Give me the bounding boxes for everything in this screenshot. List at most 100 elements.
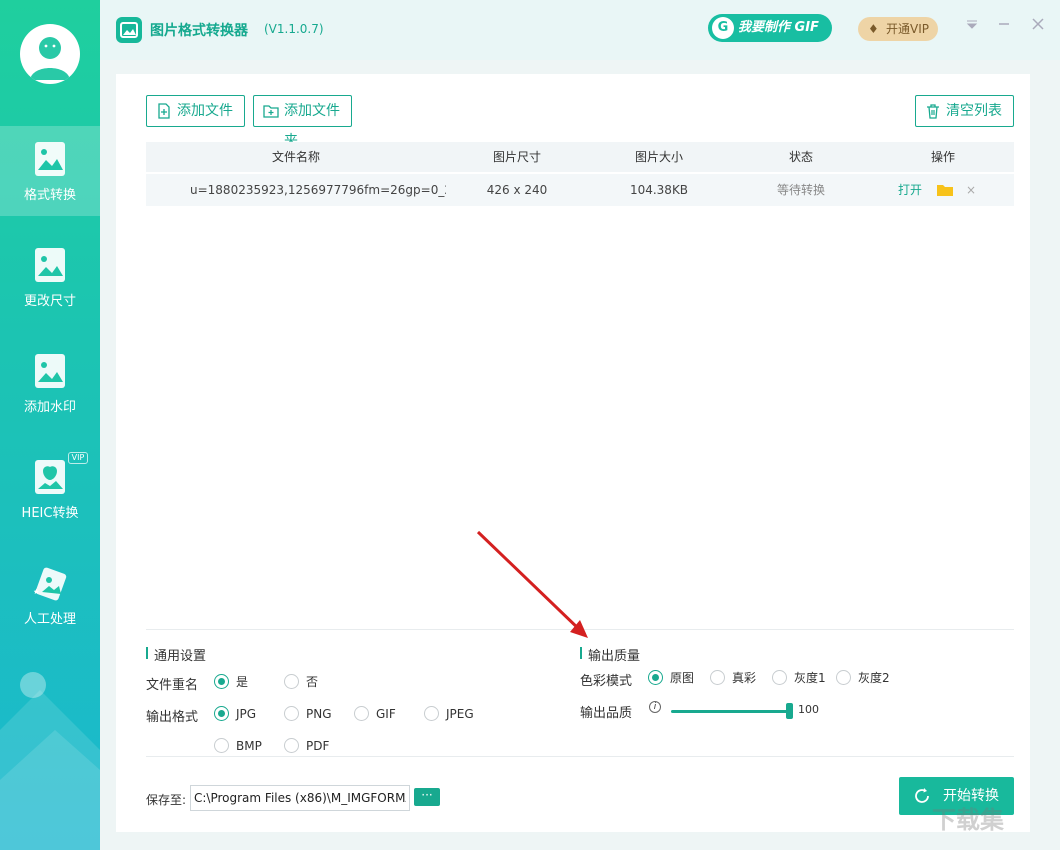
column-header-actions: 操作 [930, 150, 955, 164]
make-gif-button[interactable]: G 我要制作 GIF [708, 14, 832, 42]
radio-label: BMP [236, 739, 262, 753]
file-status: 等待转换 [776, 183, 825, 197]
radio-dot [284, 674, 299, 689]
color-truecolor-radio[interactable]: 真彩 [710, 670, 756, 686]
sidebar-item-label: 人工处理 [23, 612, 76, 627]
manual-process-icon [33, 567, 67, 601]
add-folder-button[interactable]: 添加文件夹 [253, 95, 352, 149]
format-pdf-radio[interactable]: PDF [284, 738, 329, 754]
add-folder-icon [263, 105, 279, 118]
radio-label: 是 [236, 675, 249, 689]
avatar[interactable] [20, 24, 80, 84]
sidebar-item-label: HEIC转换 [21, 506, 79, 521]
radio-label: PNG [306, 707, 332, 721]
file-size: 104.38KB [629, 183, 689, 197]
app-title: 图片格式转换器 [150, 23, 248, 39]
image-convert-icon [35, 142, 65, 176]
diamond-icon: ♦ [868, 22, 879, 36]
clear-list-button[interactable]: 清空列表 [915, 95, 1014, 127]
general-settings-title: 通用设置 [146, 645, 206, 664]
make-gif-label: 我要制作 GIF [738, 20, 819, 35]
radio-dot [648, 670, 663, 685]
format-gif-radio[interactable]: GIF [354, 706, 396, 722]
table-row[interactable]: u=1880235923,1256977796fm=26gp=0_235 426… [146, 174, 1014, 206]
browse-path-button[interactable]: ··· [414, 788, 440, 806]
sidebar-item-label: 添加水印 [23, 400, 76, 415]
column-header-status: 状态 [788, 150, 813, 164]
file-name: u=1880235923,1256977796fm=26gp=0_235 [190, 183, 446, 197]
radio-dot [284, 738, 299, 753]
sidebar-item-label: 格式转换 [23, 188, 76, 203]
format-png-radio[interactable]: PNG [284, 706, 332, 722]
quality-slider-handle[interactable] [786, 703, 793, 719]
radio-label: 灰度1 [794, 671, 826, 685]
radio-label: PDF [306, 739, 330, 753]
remove-row-icon[interactable]: × [964, 174, 978, 206]
rename-yes-radio[interactable]: 是 [214, 674, 248, 690]
radio-label: JPG [236, 707, 257, 721]
vip-badge: VIP [68, 452, 88, 464]
radio-dot [284, 706, 299, 721]
color-gray2-radio[interactable]: 灰度2 [836, 670, 890, 686]
sidebar-item-resize[interactable]: 更改尺寸 [0, 232, 100, 322]
format-bmp-radio[interactable]: BMP [214, 738, 262, 754]
main-panel: 添加文件 添加文件夹 清空列表 文件名称 图片尺寸 图片大小 状态 操作 u=1… [116, 74, 1030, 832]
open-file-link[interactable]: 打开 [896, 174, 924, 206]
trash-icon [927, 104, 939, 119]
app-version: (V1.1.0.7) [264, 22, 324, 36]
mountain-decoration-icon [0, 690, 100, 850]
radio-label: JPEG [446, 707, 474, 721]
sidebar-item-label: 更改尺寸 [23, 294, 76, 309]
site-watermark: 下载集 [932, 806, 1004, 834]
format-jpeg-radio[interactable]: JPEG [424, 706, 474, 722]
close-icon[interactable] [1032, 18, 1044, 34]
settings-divider [146, 629, 1014, 630]
output-quality-label: 输出品质 [580, 706, 633, 721]
sidebar: 格式转换 更改尺寸 添加水印 HEIC转换 VIP 人工处理 [0, 0, 100, 850]
rename-label: 文件重名 [146, 678, 199, 693]
open-vip-button[interactable]: ♦ 开通VIP [858, 17, 938, 41]
radio-dot [214, 706, 229, 721]
rename-no-radio[interactable]: 否 [284, 674, 318, 690]
refresh-icon [915, 788, 929, 803]
title-bar: 图片格式转换器 (V1.1.0.7) G 我要制作 GIF ♦ 开通VIP [100, 0, 1060, 60]
radio-dot [772, 670, 787, 685]
radio-label: 否 [306, 675, 319, 689]
color-gray1-radio[interactable]: 灰度1 [772, 670, 826, 686]
add-file-label: 添加文件 [177, 103, 233, 119]
add-file-button[interactable]: 添加文件 [146, 95, 245, 127]
add-file-icon [158, 103, 170, 119]
radio-dot [710, 670, 725, 685]
color-mode-label: 色彩模式 [580, 674, 633, 689]
menu-dropdown-icon[interactable] [966, 18, 978, 34]
radio-label: 灰度2 [858, 671, 890, 685]
radio-dot [214, 674, 229, 689]
open-folder-icon[interactable] [936, 174, 954, 206]
image-watermark-icon [35, 354, 65, 388]
sidebar-item-watermark[interactable]: 添加水印 [0, 338, 100, 428]
app-logo-icon [116, 17, 142, 43]
output-format-label: 输出格式 [146, 710, 199, 725]
heic-icon [35, 460, 65, 494]
column-header-filesize: 图片大小 [634, 150, 683, 164]
quality-value: 100 [798, 703, 819, 716]
sidebar-item-manual[interactable]: 人工处理 [0, 550, 100, 640]
user-avatar-icon [30, 37, 70, 80]
color-original-radio[interactable]: 原图 [648, 670, 694, 686]
column-header-dimensions: 图片尺寸 [492, 150, 541, 164]
sidebar-item-format-convert[interactable]: 格式转换 [0, 126, 100, 216]
quality-slider-track[interactable] [671, 710, 789, 713]
save-path-input[interactable] [190, 785, 410, 811]
footer-divider [146, 756, 1014, 757]
save-to-label: 保存至: [146, 793, 187, 807]
open-vip-label: 开通VIP [886, 22, 929, 36]
file-table-header: 文件名称 图片尺寸 图片大小 状态 操作 [146, 142, 1014, 172]
radio-dot [214, 738, 229, 753]
file-dimensions: 426 x 240 [486, 183, 548, 197]
radio-dot [354, 706, 369, 721]
format-jpg-radio[interactable]: JPG [214, 706, 256, 722]
info-icon[interactable]: i [649, 701, 661, 713]
output-quality-title: 输出质量 [580, 645, 640, 664]
column-header-name: 文件名称 [271, 150, 320, 164]
minimize-icon[interactable] [998, 18, 1010, 34]
